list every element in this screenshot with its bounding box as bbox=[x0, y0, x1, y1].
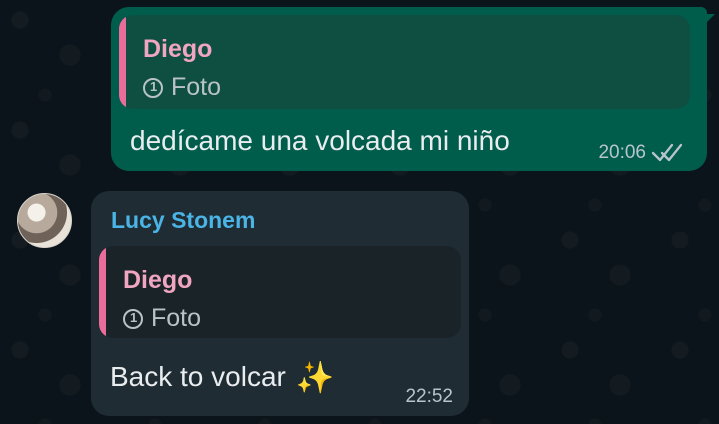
incoming-message-bubble[interactable]: Lucy Stonem Diego Foto Back to volcar ✨ 2… bbox=[91, 191, 469, 416]
incoming-message-copy: Back to volcar bbox=[110, 361, 286, 392]
incoming-message-time: 22:52 bbox=[405, 386, 453, 407]
quoted-media-text: Foto bbox=[171, 73, 222, 101]
double-check-icon bbox=[651, 143, 683, 162]
quoted-author-name: Diego bbox=[123, 266, 193, 294]
quote-accent-bar bbox=[119, 15, 126, 109]
quoted-message[interactable]: Diego Foto bbox=[99, 246, 461, 338]
sender-avatar[interactable] bbox=[17, 193, 72, 248]
outgoing-bubble-tail bbox=[697, 14, 715, 32]
quote-accent-bar bbox=[99, 246, 106, 338]
quoted-author-name: Diego bbox=[143, 35, 213, 63]
view-once-photo-icon bbox=[143, 77, 163, 98]
sender-name[interactable]: Lucy Stonem bbox=[111, 207, 255, 234]
quoted-media-text: Foto bbox=[151, 304, 202, 332]
quoted-media-label: Foto bbox=[143, 73, 221, 102]
view-once-photo-icon bbox=[123, 308, 143, 329]
outgoing-message-text: dedícame una volcada mi niño bbox=[130, 125, 510, 156]
outgoing-message-time: 20:06 bbox=[598, 142, 646, 163]
sparkles-icon: ✨ bbox=[295, 360, 335, 395]
incoming-message-text: Back to volcar ✨ bbox=[110, 359, 334, 396]
quoted-media-label: Foto bbox=[123, 304, 201, 333]
outgoing-message-bubble[interactable]: Diego Foto dedícame una volcada mi niño … bbox=[111, 7, 715, 171]
quoted-message[interactable]: Diego Foto bbox=[119, 15, 690, 109]
